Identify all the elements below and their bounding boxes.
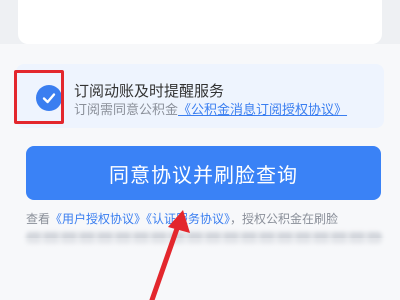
top-card xyxy=(18,0,382,44)
note-prefix: 查看 xyxy=(26,212,51,226)
page: 订阅动账及时提醒服务 订阅需同意公积金《公积金消息订阅授权协议》 同意协议并刷脸… xyxy=(0,0,400,300)
arrow-up-icon xyxy=(149,210,190,300)
subscribe-description: 订阅需同意公积金《公积金消息订阅授权协议》 xyxy=(74,99,347,118)
note-suffix: ，授权公积金在刷脸 xyxy=(230,212,339,226)
subscription-agreement-link[interactable]: 《公积金消息订阅授权协议》 xyxy=(178,103,347,118)
agree-and-face-scan-button[interactable]: 同意协议并刷脸查询 xyxy=(26,146,381,200)
annotation-highlight-box xyxy=(14,70,64,124)
subscribe-title: 订阅动账及时提醒服务 xyxy=(74,82,225,100)
subscribe-description-text: 订阅需同意公积金 xyxy=(74,103,179,118)
